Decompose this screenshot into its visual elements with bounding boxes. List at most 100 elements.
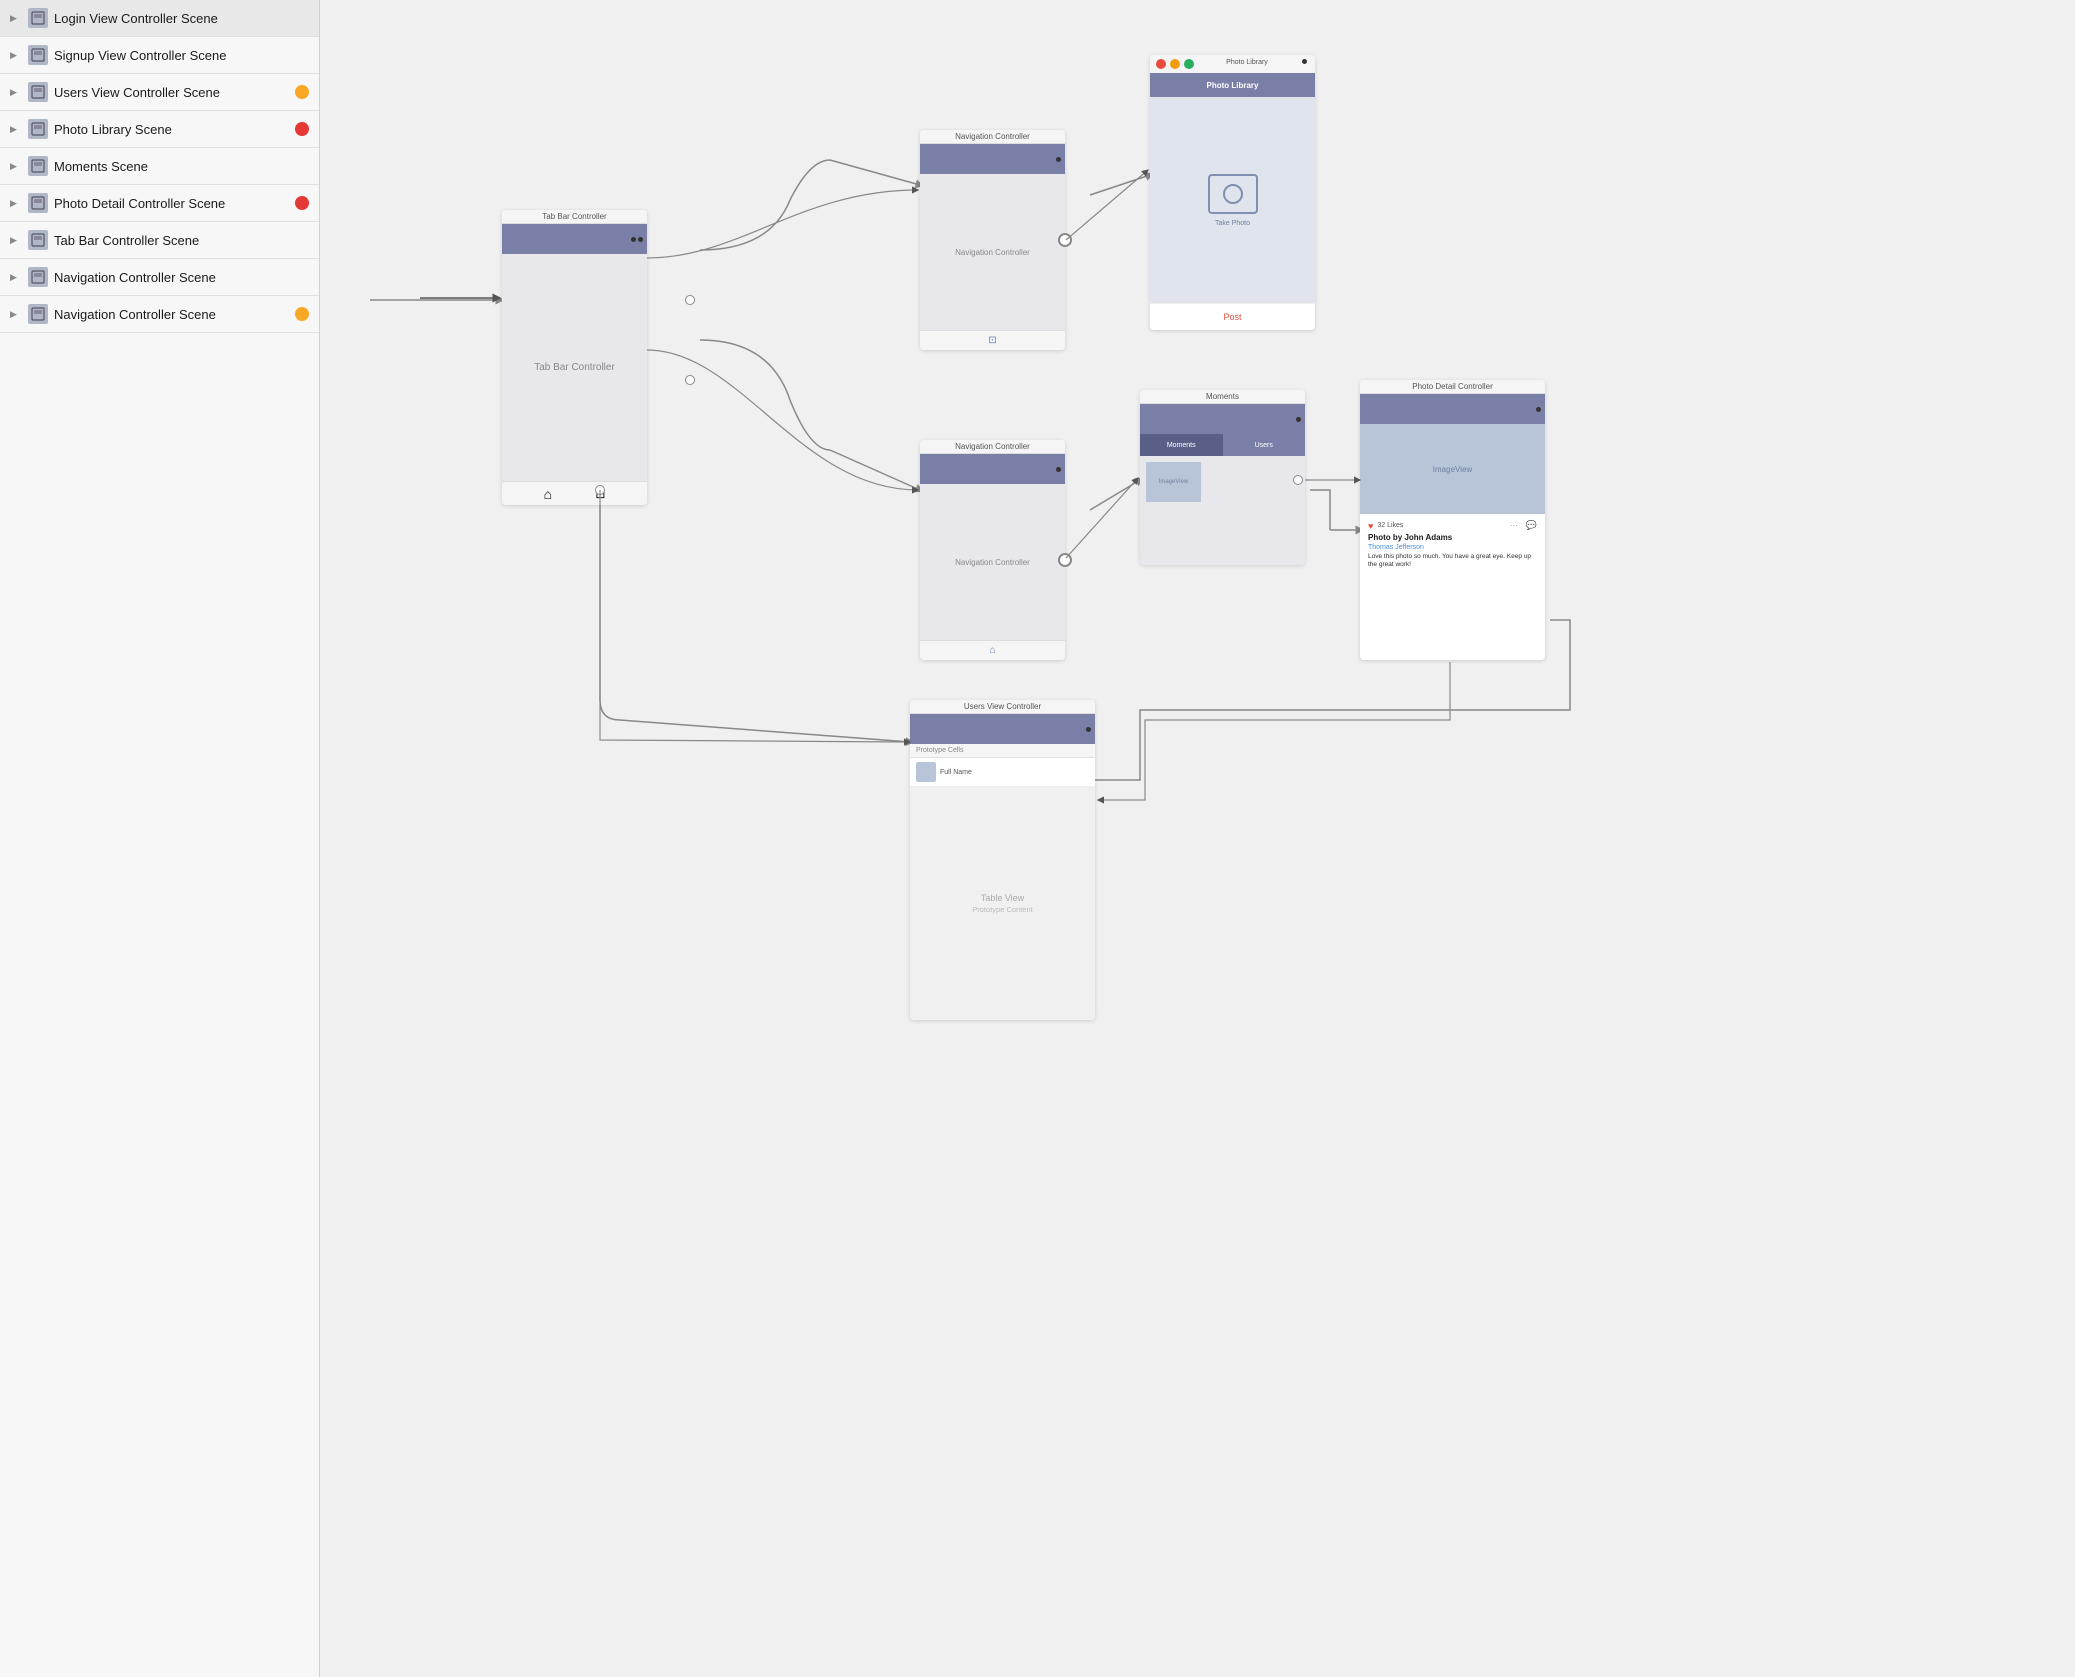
sidebar-item-photo-detail[interactable]: ▶ Photo Detail Controller Scene <box>0 185 319 222</box>
tab-bar-controller-title: Tab Bar Controller <box>502 210 647 224</box>
chevron-right-icon-9: ▶ <box>10 309 22 320</box>
user-avatar <box>916 762 936 782</box>
storyboard-canvas[interactable]: Tab Bar Controller Tab Bar Controller ⌂ … <box>320 0 2075 1677</box>
home-tab-icon: ⌂ <box>544 486 552 502</box>
nav-controller-2-title: Navigation Controller <box>920 440 1065 454</box>
likes-row: ♥ 32 Likes ··· 💬 <box>1368 520 1537 531</box>
nav1-dot <box>1056 157 1061 162</box>
moments-body: ImageView <box>1140 456 1305 565</box>
photo-detail-card: Photo Detail Controller ImageView ♥ 32 L… <box>1360 380 1545 660</box>
chevron-right-icon-6: ▶ <box>10 198 22 209</box>
scene-icon-moments <box>28 156 48 176</box>
take-photo-label: Take Photo <box>1215 220 1250 227</box>
moments-scene-title: Moments <box>1140 390 1305 404</box>
tl-green <box>1184 59 1194 69</box>
nav1-body: Navigation Controller <box>920 174 1065 330</box>
users-view-controller-card: Users View Controller Prototype Cells Fu… <box>910 700 1095 1020</box>
sidebar-item-login[interactable]: ▶ Login View Controller Scene <box>0 0 319 37</box>
chevron-right-icon-4: ▶ <box>10 124 22 135</box>
nav-dot-1 <box>631 237 636 242</box>
sidebar-label-login: Login View Controller Scene <box>54 11 309 26</box>
tabbar-bottom-connector <box>685 375 695 385</box>
nav1-bottom: ⊡ <box>920 330 1065 350</box>
photo-detail-nav-bar <box>1360 394 1545 424</box>
heart-icon: ♥ <box>1368 521 1373 531</box>
nav1-connector <box>1058 233 1072 247</box>
prototype-cells-label: Prototype Cells <box>910 744 1095 758</box>
photo-detail-info-area: ♥ 32 Likes ··· 💬 Photo by John Adams Tho… <box>1360 514 1545 660</box>
moments-dot <box>1296 417 1301 422</box>
sidebar-label-nav2: Navigation Controller Scene <box>54 307 289 322</box>
scene-icon-photo-library <box>28 119 48 139</box>
user-cell: Full Name <box>910 758 1095 787</box>
sidebar-item-nav2[interactable]: ▶ Navigation Controller Scene <box>0 296 319 333</box>
scene-icon-nav1 <box>28 267 48 287</box>
moments-to-detail-connector <box>1293 475 1303 485</box>
scene-icon-login <box>28 8 48 28</box>
chevron-right-icon-8: ▶ <box>10 272 22 283</box>
camera-icon-outline <box>1208 174 1258 214</box>
sidebar: ▶ Login View Controller Scene ▶ Signup V… <box>0 0 320 1677</box>
badge-red-photo-library <box>295 122 309 136</box>
sidebar-item-tab-bar[interactable]: ▶ Tab Bar Controller Scene <box>0 222 319 259</box>
users-nav-bar <box>910 714 1095 744</box>
nav1-nav-bar <box>920 144 1065 174</box>
photo-lib-body: Take Photo <box>1150 97 1315 303</box>
chevron-right-icon-5: ▶ <box>10 161 22 172</box>
moments-tabs: Moments Users <box>1140 434 1305 456</box>
sidebar-item-signup[interactable]: ▶ Signup View Controller Scene <box>0 37 319 74</box>
nav-controller-1-card: Navigation Controller Navigation Control… <box>920 130 1065 350</box>
moments-nav-bar <box>1140 404 1305 434</box>
badge-yellow-users <box>295 85 309 99</box>
photo-lib-title-bar: Photo Library <box>1150 73 1315 97</box>
scene-icon-photo-detail <box>28 193 48 213</box>
nav2-connector <box>1058 553 1072 567</box>
tab-bar-content-area: Tab Bar Controller <box>502 254 647 481</box>
tab-bar-controller-card: Tab Bar Controller Tab Bar Controller ⌂ … <box>502 210 647 505</box>
sidebar-label-nav1: Navigation Controller Scene <box>54 270 309 285</box>
user-full-name: Full Name <box>940 769 972 776</box>
nav1-label: Navigation Controller <box>955 248 1030 257</box>
sidebar-label-tab-bar: Tab Bar Controller Scene <box>54 233 309 248</box>
sidebar-item-users[interactable]: ▶ Users View Controller Scene <box>0 74 319 111</box>
badge-yellow-nav2 <box>295 307 309 321</box>
users-dot <box>1086 727 1091 732</box>
nav2-body: Navigation Controller <box>920 484 1065 640</box>
sidebar-label-moments: Moments Scene <box>54 159 309 174</box>
sidebar-item-moments[interactable]: ▶ Moments Scene <box>0 148 319 185</box>
nav2-nav-bar <box>920 454 1065 484</box>
photo-library-header-text: Photo Library <box>1198 59 1296 69</box>
tabbar-users-connector <box>595 485 605 495</box>
tab-bar-nav-bar <box>502 224 647 254</box>
post-button[interactable]: Post <box>1150 303 1315 330</box>
sidebar-item-nav1[interactable]: ▶ Navigation Controller Scene <box>0 259 319 296</box>
photo-detail-image-area: ImageView <box>1360 424 1545 514</box>
tl-yellow <box>1170 59 1180 69</box>
sidebar-label-users: Users View Controller Scene <box>54 85 289 100</box>
nav-controller-1-title: Navigation Controller <box>920 130 1065 144</box>
nav1-camera-icon: ⊡ <box>988 335 996 346</box>
camera-lens <box>1223 184 1243 204</box>
dots-icon: ··· <box>1510 521 1518 530</box>
comment-icon: 💬 <box>1526 520 1537 531</box>
nav2-label: Navigation Controller <box>955 558 1030 567</box>
nav2-home-icon: ⌂ <box>989 645 995 656</box>
tabbar-top-connector <box>685 295 695 305</box>
photo-author: Thomas Jefferson <box>1368 544 1537 551</box>
scene-icon-users <box>28 82 48 102</box>
chevron-right-icon-3: ▶ <box>10 87 22 98</box>
moments-tab-users[interactable]: Users <box>1223 434 1306 456</box>
badge-red-photo-detail <box>295 196 309 210</box>
traffic-lights: Photo Library <box>1150 55 1315 73</box>
moments-card: Moments Moments Users ImageView <box>1140 390 1305 565</box>
table-view-label: Table View <box>981 893 1024 903</box>
chevron-right-icon: ▶ <box>10 13 22 24</box>
moments-tab-moments[interactable]: Moments <box>1140 434 1223 456</box>
photo-detail-scene-title: Photo Detail Controller <box>1360 380 1545 394</box>
sidebar-item-photo-library[interactable]: ▶ Photo Library Scene <box>0 111 319 148</box>
sidebar-label-photo-detail: Photo Detail Controller Scene <box>54 196 289 211</box>
moments-imageview: ImageView <box>1146 462 1201 502</box>
pd-dot <box>1536 407 1541 412</box>
scene-icon-tab-bar <box>28 230 48 250</box>
tab-bar-bottom-bar: ⌂ ⊡ <box>502 481 647 505</box>
